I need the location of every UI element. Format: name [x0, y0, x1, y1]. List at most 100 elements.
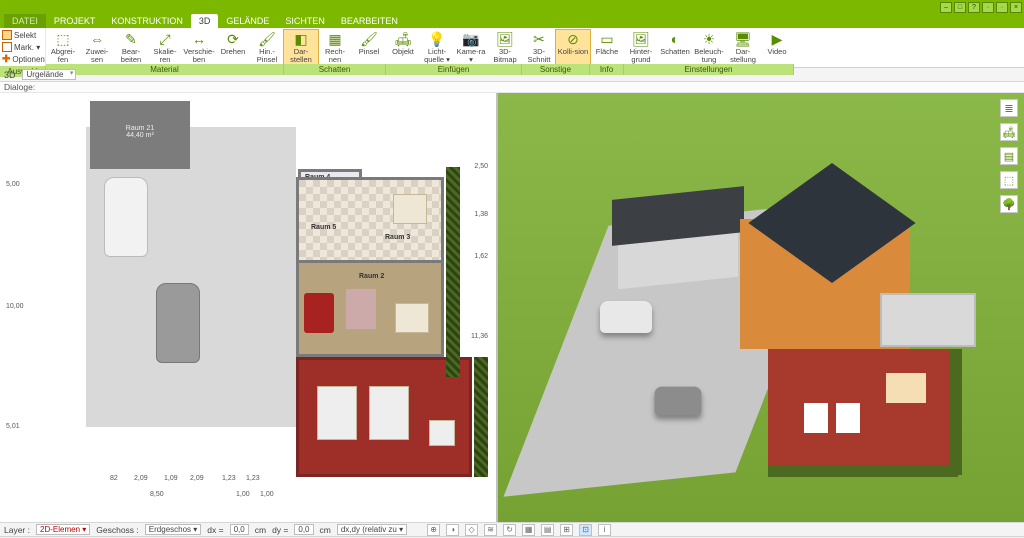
coord-mode-dropdown[interactable]: dx,dy (relativ zu ▾ [337, 524, 407, 535]
ribbon-flche-button[interactable]: ▭Fläche [590, 30, 624, 64]
box-icon[interactable]: ⬚ [1000, 171, 1018, 189]
ribbon-label: Bear-beiten [115, 48, 147, 64]
dim-b-4: 1,23 [222, 475, 236, 482]
tool-icon-grid[interactable]: ⊡ [579, 524, 592, 536]
quick-mark[interactable]: Mark. ▾ [2, 41, 43, 53]
ribbon-label: Rech-nen [319, 48, 351, 64]
video-icon: ▶ [767, 30, 787, 48]
tool-icon-2[interactable]: ◑ [446, 524, 459, 536]
ribbon-label: Kame-ra ▾ [455, 48, 487, 64]
dining-table [393, 194, 427, 224]
car-grey-3d [655, 387, 702, 416]
ribbon-zuweisen-button[interactable]: ⇔Zuwei-sen [80, 30, 114, 64]
ribbon-kamera-button[interactable]: 📷Kame-ra ▾ [454, 30, 488, 64]
lounger-2 [369, 386, 409, 440]
ribbon-label: Fläche [596, 48, 619, 64]
lichtquelle-icon: 💡 [427, 30, 447, 48]
ribbon-lichtquelle-button[interactable]: 💡Licht-quelle ▾ [420, 30, 454, 64]
dim-bb-2: 1,00 [260, 491, 274, 498]
dim-left-1: 5,00 [6, 181, 20, 188]
window-max-button[interactable]: □ [954, 2, 966, 13]
ribbon-kollision-button[interactable]: ⊘Kolli-sion [556, 30, 590, 64]
quick-optionen[interactable]: ✚Optionen [2, 53, 43, 65]
tab-bearbeiten[interactable]: BEARBEITEN [333, 14, 406, 28]
ribbon-darstellen-button[interactable]: ◧Dar-stellen [284, 30, 318, 64]
tab-projekt[interactable]: PROJEKT [46, 14, 104, 28]
tool-icon-i[interactable]: i [598, 524, 611, 536]
ribbon-label: Schatten [660, 48, 690, 64]
tool-icon-5[interactable]: ↻ [503, 524, 516, 536]
ribbon-label: Objekt [392, 48, 414, 64]
layer-dropdown[interactable]: 2D-Elemen ▾ [36, 524, 90, 535]
terrain-dropdown[interactable]: Urgelände [22, 69, 77, 80]
ribbon-bearbeiten-button[interactable]: ✎Bear-beiten [114, 30, 148, 64]
window-opt2-button[interactable]: · [996, 2, 1008, 13]
ribbon-label: Video [767, 48, 786, 64]
floorplan-viewport[interactable]: Raum 2144,40 m² Raum 4 Raum 3 Raum 5 Rau… [0, 93, 498, 522]
schatten-icon: ◐ [665, 30, 685, 48]
tab-gelaende[interactable]: GELÄNDE [218, 14, 277, 28]
ribbon-dschnitt-button[interactable]: ✂3D-Schnitt [522, 30, 556, 64]
tree-icon[interactable]: 🌳 [1000, 195, 1018, 213]
ribbon-video-button[interactable]: ▶Video [760, 30, 794, 64]
ribbon-hintergrund-button[interactable]: 🖼Hinter-grund [624, 30, 658, 64]
dim-right-3: 1,62 [474, 253, 488, 260]
patio-set-3d [886, 373, 926, 403]
dim-bb-1: 1,00 [236, 491, 250, 498]
view-mode-label: 3D [4, 70, 16, 80]
tool-icon-1[interactable]: ⊕ [427, 524, 440, 536]
layer-label: Layer : [4, 525, 30, 535]
tool-icon-6[interactable]: ▦ [522, 524, 535, 536]
group-sonstige-label: Sonstige [522, 64, 590, 75]
ribbon-verschieben-button[interactable]: ↔Verschie-ben [182, 30, 216, 64]
ribbon-label: Abgrei-fen [47, 48, 79, 64]
dx-input[interactable]: 0,0 [230, 524, 249, 535]
dim-right-4: 11,36 [471, 333, 488, 340]
dx-label: dx = [207, 525, 223, 535]
ribbon-label: Licht-quelle ▾ [421, 48, 453, 64]
ribbon-hinpinsel-button[interactable]: 🖌Hin.-Pinsel [250, 30, 284, 64]
window-help-button[interactable]: ? [968, 2, 980, 13]
ribbon-rechnen-button[interactable]: ▦Rech-nen [318, 30, 352, 64]
ribbon-skalieren-button[interactable]: ⤢Skalie-ren [148, 30, 182, 64]
tab-konstruktion[interactable]: KONSTRUKTION [103, 14, 191, 28]
window-min-button[interactable]: – [940, 2, 952, 13]
dim-b-1: 2,09 [134, 475, 148, 482]
ribbon-schatten-button[interactable]: ◐Schatten [658, 30, 692, 64]
ribbon: Selekt Mark. ▾ ✚Optionen Auswahl ⬚Abgrei… [0, 28, 1024, 68]
ribbon-drehen-button[interactable]: ⟳Drehen [216, 30, 250, 64]
house-3d [730, 163, 940, 393]
room-3: Raum 3 Raum 5 [296, 177, 444, 263]
geschoss-dropdown[interactable]: Erdgeschos ▾ [145, 524, 201, 535]
quick-selekt[interactable]: Selekt [2, 29, 43, 41]
darstellen-icon: ◧ [291, 30, 311, 48]
window-opt1-button[interactable]: · [982, 2, 994, 13]
ribbon-beleuchtung-button[interactable]: ☀Beleuch-tung [692, 30, 726, 64]
rug [346, 289, 376, 329]
furniture-icon[interactable]: 🛋 [1000, 123, 1018, 141]
window-close-button[interactable]: × [1010, 2, 1022, 13]
ribbon-darstellung-button[interactable]: 🖥Dar-stellung [726, 30, 760, 64]
dim-right-1: 2,50 [474, 163, 488, 170]
tab-3d[interactable]: 3D [191, 14, 219, 28]
ribbon-dbitmap-button[interactable]: 🖼3D-Bitmap [488, 30, 522, 64]
dim-b-0: 82 [110, 475, 118, 482]
ribbon-abgreifen-button[interactable]: ⬚Abgrei-fen [46, 30, 80, 64]
tool-icon-4[interactable]: ≋ [484, 524, 497, 536]
tab-datei[interactable]: DATEI [4, 14, 46, 28]
ribbon-objekt-button[interactable]: 🛋Objekt [386, 30, 420, 64]
tool-icon-8[interactable]: ⊞ [560, 524, 573, 536]
tab-sichten[interactable]: SICHTEN [277, 14, 333, 28]
hedge-terrace [474, 357, 488, 477]
3d-viewport[interactable]: ≣ 🛋 ▤ ⬚ 🌳 [498, 93, 1024, 522]
bearbeiten-icon: ✎ [121, 30, 141, 48]
tool-icon-7[interactable]: ▤ [541, 524, 554, 536]
layers-icon[interactable]: ≣ [1000, 99, 1018, 117]
group-einfügen-label: Einfügen [386, 64, 522, 75]
ribbon-pinsel-button[interactable]: 🖌Pinsel [352, 30, 386, 64]
texture-icon[interactable]: ▤ [1000, 147, 1018, 165]
ribbon-label: Skalie-ren [149, 48, 181, 64]
dy-input[interactable]: 0,0 [294, 524, 313, 535]
tool-icon-3[interactable]: ◇ [465, 524, 478, 536]
lounger-1 [317, 386, 357, 440]
